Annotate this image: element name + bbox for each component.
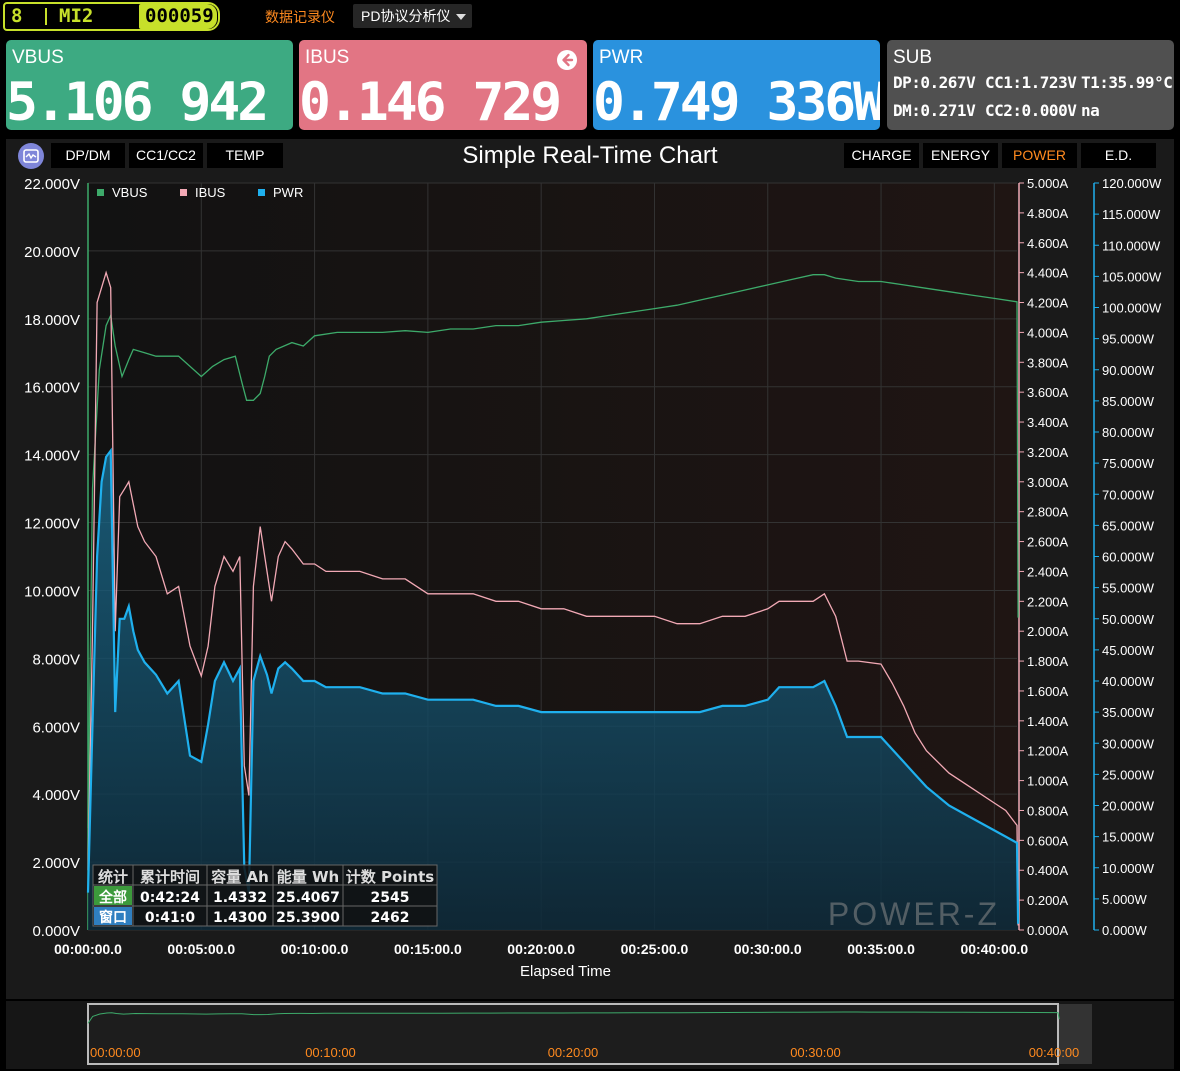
navigator-tick-label: 00:40:00 bbox=[1029, 1045, 1080, 1060]
navigator-tick-label: 00:20:00 bbox=[548, 1045, 599, 1060]
navigator-chart[interactable]: 00:00:00 00:10:00 00:20:00 00:30:00 00:40:00 bbox=[0, 0, 1180, 1071]
navigator-tick-label: 00:00:00 bbox=[90, 1045, 141, 1060]
navigator-tick-label: 00:10:00 bbox=[305, 1045, 356, 1060]
navigator-tick-label: 00:30:00 bbox=[790, 1045, 841, 1060]
